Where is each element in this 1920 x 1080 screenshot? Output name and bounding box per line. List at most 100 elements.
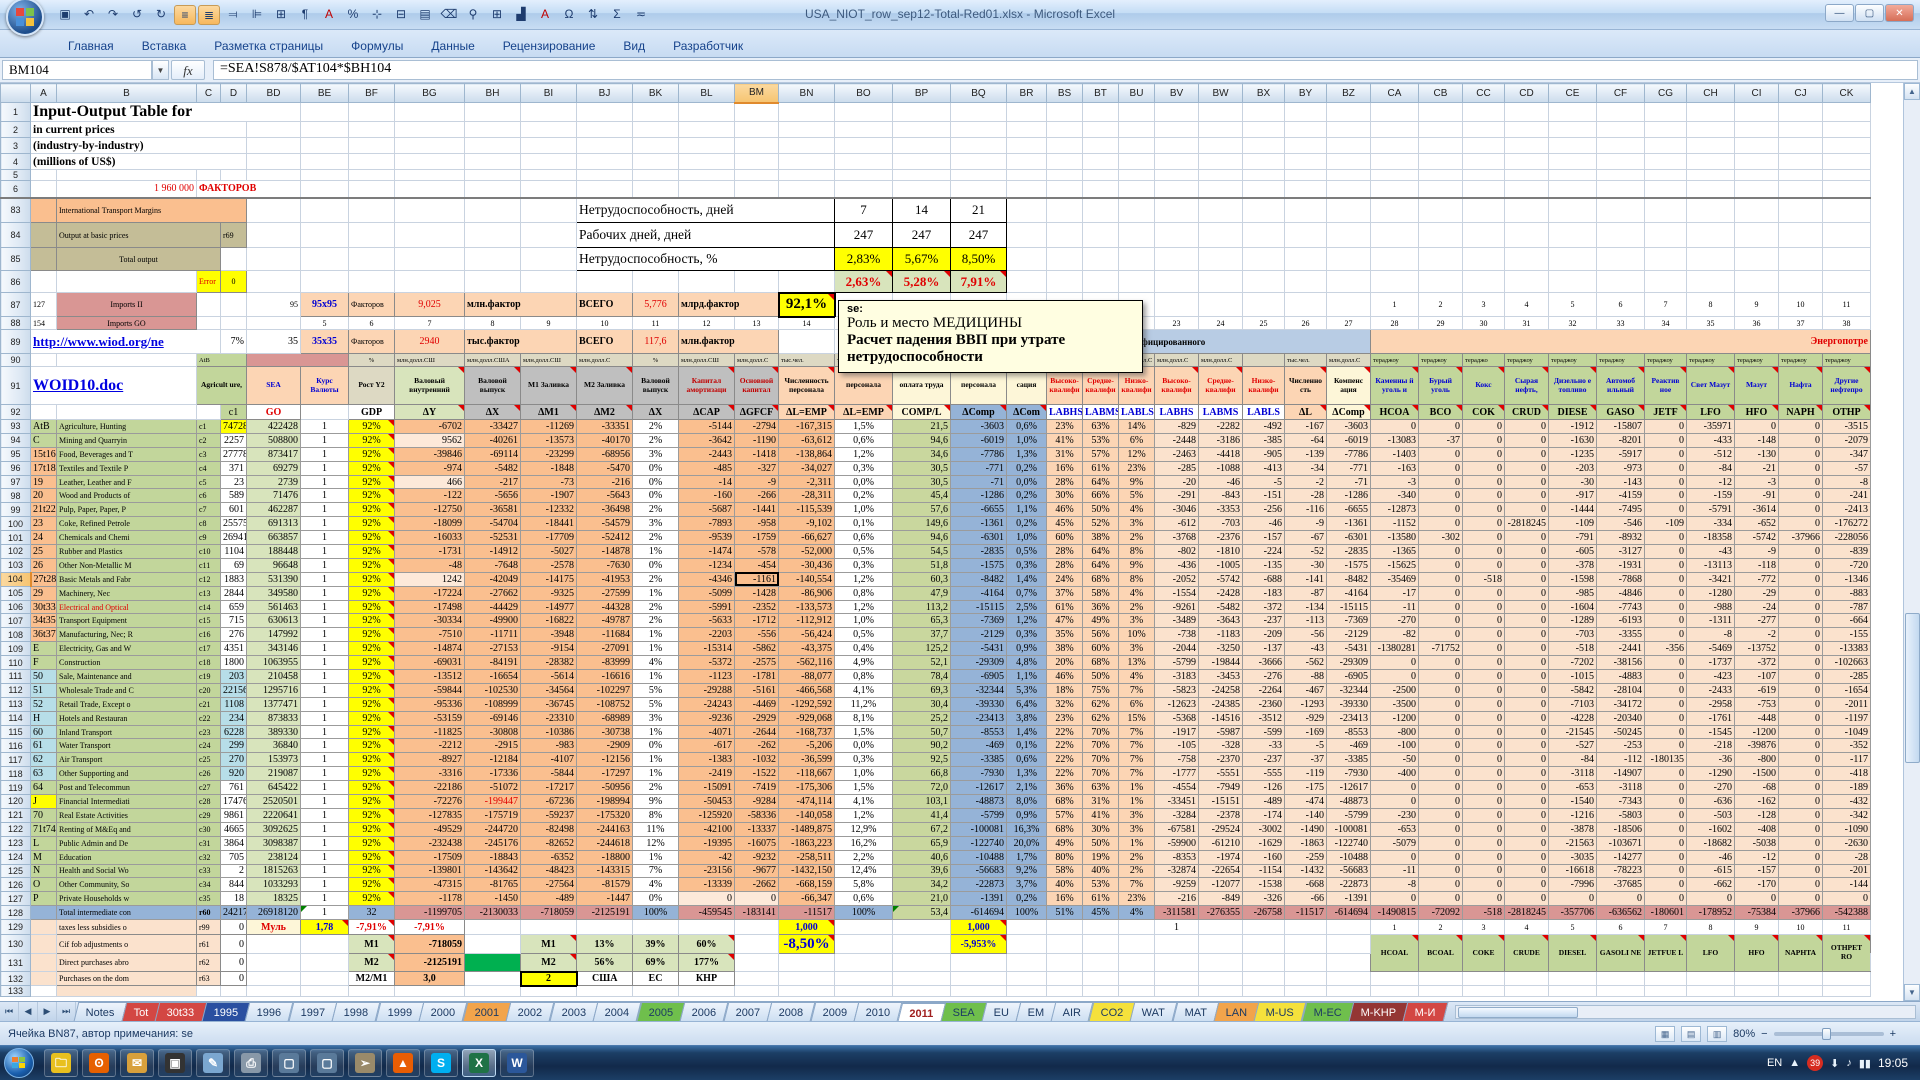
row-header-123[interactable]: 123 — [1, 836, 31, 850]
cell-CA2[interactable] — [1371, 122, 1419, 138]
cell-BP132[interactable] — [893, 972, 951, 986]
cell-CG123[interactable]: 0 — [1645, 836, 1687, 850]
cell-CC133[interactable] — [1463, 986, 1505, 997]
cell-A95[interactable]: 15t16 — [31, 447, 57, 461]
cell-BS132[interactable] — [1047, 972, 1083, 986]
cell-A115[interactable]: 60 — [31, 725, 57, 739]
cell-BL97[interactable]: -14 — [679, 475, 735, 489]
cell-BS105[interactable]: 37% — [1047, 586, 1083, 600]
sheet-tab-2005[interactable]: 2005 — [636, 1002, 685, 1021]
cell-BI119[interactable]: -17217 — [521, 781, 577, 795]
cell-CF93[interactable]: -15807 — [1597, 420, 1645, 434]
cell-BZ87[interactable] — [1327, 293, 1371, 317]
cell-BM113[interactable]: -4469 — [735, 697, 779, 711]
cell-BI114[interactable]: -23310 — [521, 711, 577, 725]
row-header-91[interactable]: 91 — [1, 367, 31, 405]
cell-BK102[interactable]: 1% — [633, 545, 679, 559]
cell-BY130[interactable] — [1285, 935, 1327, 954]
cell-CC104[interactable]: -518 — [1463, 572, 1505, 586]
cell-BT115[interactable]: 70% — [1083, 725, 1119, 739]
cell-BD130[interactable] — [247, 935, 301, 954]
cell-CG113[interactable]: 0 — [1645, 697, 1687, 711]
cell-BN119[interactable]: -175,306 — [779, 781, 835, 795]
cell-BU117[interactable]: 7% — [1119, 753, 1155, 767]
cell-A123[interactable]: L — [31, 836, 57, 850]
cell-A90[interactable] — [31, 354, 57, 367]
cell-BD124[interactable]: 238124 — [247, 850, 301, 864]
cell-BW122[interactable]: -29524 — [1199, 822, 1243, 836]
zoom-in-icon[interactable]: + — [1890, 1028, 1896, 1040]
cell-BD4[interactable] — [247, 154, 301, 170]
cell-CG90[interactable]: тераджоу — [1645, 354, 1687, 367]
cell-B87[interactable]: Imports II — [57, 293, 197, 317]
cell-BH2[interactable] — [465, 122, 521, 138]
cell-CB105[interactable]: 0 — [1419, 586, 1463, 600]
cell-BL105[interactable]: -5099 — [679, 586, 735, 600]
cell-BJ86[interactable] — [577, 271, 633, 293]
cell-BQ102[interactable]: -2835 — [951, 545, 1007, 559]
cell-BF6[interactable] — [349, 181, 395, 198]
cell-BP5[interactable] — [893, 170, 951, 181]
new-note-icon[interactable]: ▤ — [414, 5, 436, 25]
cell-BD115[interactable]: 389330 — [247, 725, 301, 739]
cell-BV125[interactable]: -32874 — [1155, 864, 1199, 878]
cell-BT106[interactable]: 36% — [1083, 600, 1119, 614]
cell-BF5[interactable] — [349, 170, 395, 181]
cell-CE5[interactable] — [1549, 170, 1597, 181]
cell-BE118[interactable]: 1 — [301, 767, 349, 781]
cell-BI118[interactable]: -5844 — [521, 767, 577, 781]
row-header-129[interactable]: 129 — [1, 920, 31, 935]
cell-CI101[interactable]: -5742 — [1735, 531, 1779, 545]
cell-CI2[interactable] — [1735, 122, 1779, 138]
cell-BO2[interactable] — [835, 122, 893, 138]
cell-BS130[interactable] — [1047, 935, 1083, 954]
cell-BO113[interactable]: 11,2% — [835, 697, 893, 711]
cell-D119[interactable]: 761 — [221, 781, 247, 795]
cell-BN114[interactable]: -929,068 — [779, 711, 835, 725]
cell-CJ111[interactable]: 0 — [1779, 670, 1823, 684]
cell-BU113[interactable]: 6% — [1119, 697, 1155, 711]
cell-CB94[interactable]: -37 — [1419, 433, 1463, 447]
cell-CJ99[interactable]: 0 — [1779, 503, 1823, 517]
cell-C108[interactable]: c16 — [197, 628, 221, 642]
cell-CK116[interactable]: -352 — [1823, 739, 1871, 753]
cell-BY129[interactable] — [1285, 920, 1327, 935]
cell-BU118[interactable]: 7% — [1119, 767, 1155, 781]
cell-CA83[interactable] — [1371, 198, 1419, 223]
cell-CJ120[interactable]: 0 — [1779, 795, 1823, 809]
cell-D130[interactable]: 0 — [221, 935, 247, 954]
cell-BZ3[interactable] — [1327, 138, 1371, 154]
cell-BQ123[interactable]: -122740 — [951, 836, 1007, 850]
cell-CD88[interactable]: 31 — [1505, 317, 1549, 330]
cell-BP106[interactable]: 113,2 — [893, 600, 951, 614]
name-box[interactable]: BM104 — [2, 60, 152, 80]
cell-BM98[interactable]: -266 — [735, 489, 779, 503]
cell-BT117[interactable]: 70% — [1083, 753, 1119, 767]
cell-B104[interactable]: Basic Metals and Fabr — [57, 572, 197, 586]
cell-BO117[interactable]: 0,3% — [835, 753, 893, 767]
cell-CH128[interactable]: -178952 — [1687, 906, 1735, 920]
cell-CF110[interactable]: -38156 — [1597, 656, 1645, 670]
cell-BP100[interactable]: 149,6 — [893, 517, 951, 531]
cell-CB130[interactable]: BCOAL — [1419, 935, 1463, 972]
cell-BZ5[interactable] — [1327, 170, 1371, 181]
column-header-BQ[interactable]: BQ — [951, 84, 1007, 103]
cell-BL127[interactable]: 0 — [679, 892, 735, 906]
cell-CK99[interactable]: -2413 — [1823, 503, 1871, 517]
cell-BJ98[interactable]: -5643 — [577, 489, 633, 503]
cell-BJ85[interactable]: Нетрудоспособность, % — [577, 248, 835, 271]
cell-BR119[interactable]: 2,1% — [1007, 781, 1047, 795]
cell-BT92[interactable]: LABMS — [1083, 405, 1119, 420]
row-header-96[interactable]: 96 — [1, 461, 31, 475]
cell-BG97[interactable]: 466 — [395, 475, 465, 489]
cell-BR101[interactable]: 1,0% — [1007, 531, 1047, 545]
cell-C111[interactable]: c19 — [197, 670, 221, 684]
cell-CD101[interactable]: 0 — [1505, 531, 1549, 545]
cell-A124[interactable]: M — [31, 850, 57, 864]
cell-BN129[interactable]: 1,000 — [779, 920, 835, 935]
cell-BE108[interactable]: 1 — [301, 628, 349, 642]
cell-CI132[interactable] — [1735, 972, 1779, 986]
cell-BN127[interactable]: -66,347 — [779, 892, 835, 906]
cell-BO104[interactable]: 1,2% — [835, 572, 893, 586]
cell-C88[interactable] — [197, 317, 221, 330]
